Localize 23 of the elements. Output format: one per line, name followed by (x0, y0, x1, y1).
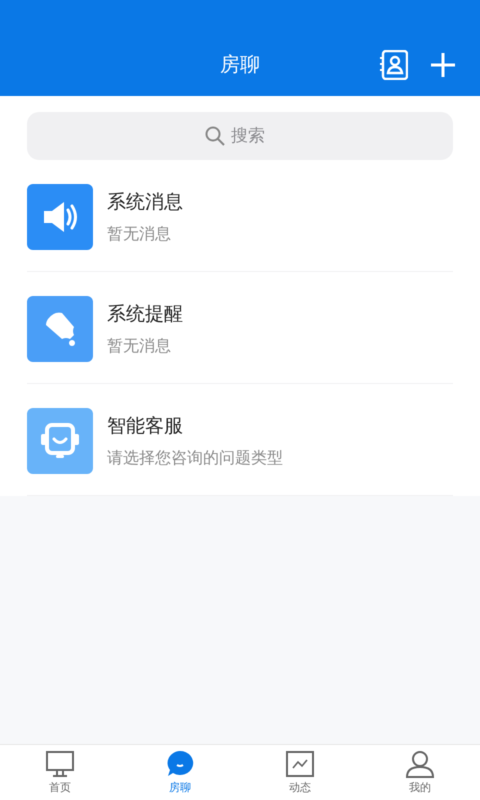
conversation-title[interactable]: 系统消息 (107, 188, 183, 214)
nav-tab[interactable]: 我的 (360, 745, 480, 800)
conversation-preview: 请选择您咨询的问题类型 (107, 448, 283, 468)
contacts-icon[interactable] (380, 50, 408, 80)
monitor-icon (45, 750, 75, 778)
conversation-preview: 暂无消息 (107, 336, 172, 356)
page-title: 房聊 (220, 51, 260, 78)
conversation-title[interactable]: 智能客服 (107, 412, 283, 438)
conversation-avatar[interactable] (27, 296, 93, 362)
person-icon (405, 750, 435, 778)
chat-bubble-icon (165, 750, 195, 778)
search-field[interactable]: 搜索 (231, 126, 275, 146)
conversation-avatar[interactable] (27, 184, 93, 250)
nav-tab[interactable]: 房聊 (120, 745, 240, 800)
line-chart-icon (285, 750, 315, 778)
search-bar[interactable]: 搜索 (27, 112, 453, 160)
nav-tab[interactable]: 首页 (0, 745, 120, 800)
conversation-title[interactable]: 系统提醒 (107, 300, 183, 326)
nav-tab[interactable]: 动态 (240, 745, 360, 800)
search-icon (205, 126, 225, 146)
conversation-avatar[interactable] (27, 408, 93, 474)
add-icon[interactable] (430, 52, 456, 78)
conversation-preview: 暂无消息 (107, 224, 172, 244)
